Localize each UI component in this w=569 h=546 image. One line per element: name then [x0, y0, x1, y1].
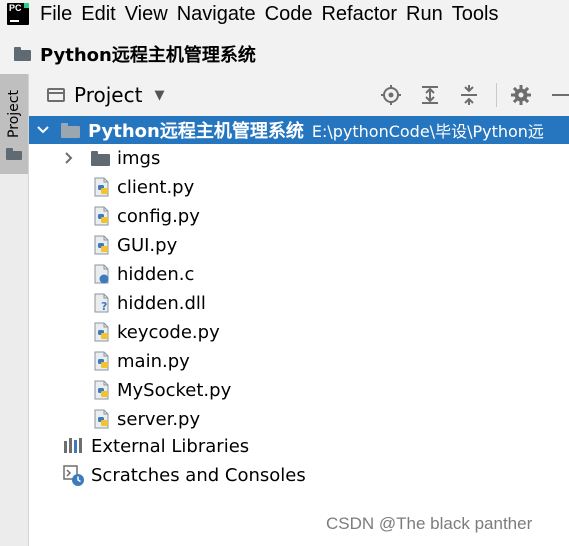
menu-code[interactable]: Code: [265, 0, 313, 28]
tree-file-label: GUI.py: [117, 234, 178, 256]
left-tool-strip: Project: [0, 74, 29, 546]
tree-folder-label: imgs: [117, 147, 161, 169]
tree-scratches-label: Scratches and Consoles: [91, 464, 306, 486]
toolbar-separator: [496, 83, 497, 107]
tree-file-row[interactable]: client.py: [29, 173, 569, 201]
locate-icon[interactable]: [379, 83, 403, 107]
menu-refactor[interactable]: Refactor: [321, 0, 397, 28]
menu-view[interactable]: View: [125, 0, 168, 28]
tree-scratches-row[interactable]: Scratches and Consoles: [29, 461, 569, 489]
scratches-icon: [63, 465, 85, 486]
tree-file-row[interactable]: hidden.c: [29, 260, 569, 288]
project-view-icon: [47, 88, 65, 102]
c-file-icon: [93, 264, 111, 284]
watermark: CSDN @The black panther: [326, 514, 533, 533]
project-tool-tab-label: Project: [6, 90, 22, 138]
tree-file-row[interactable]: main.py: [29, 347, 569, 375]
unknown-file-icon: ?: [93, 293, 111, 313]
chevron-down-icon[interactable]: ▼: [154, 88, 164, 103]
menu-run[interactable]: Run: [406, 0, 443, 28]
python-file-icon: [93, 206, 111, 226]
tree-root-row[interactable]: Python远程主机管理系统 E:\pythonCode\毕设\Python远: [29, 116, 569, 144]
folder-icon: [6, 148, 22, 160]
folder-icon: [61, 122, 80, 138]
expand-all-icon[interactable]: [418, 83, 442, 107]
minimize-icon[interactable]: [548, 83, 569, 107]
folder-icon: [91, 150, 110, 166]
tree-file-row[interactable]: config.py: [29, 202, 569, 230]
pycharm-logo-icon: PC: [7, 3, 29, 25]
gear-icon[interactable]: [509, 83, 533, 107]
tree-file-label: hidden.c: [117, 263, 195, 285]
tree-file-label: hidden.dll: [117, 292, 206, 314]
chevron-right-icon[interactable]: [61, 150, 77, 166]
python-file-icon: [93, 177, 111, 197]
collapse-all-icon[interactable]: [457, 83, 481, 107]
python-file-icon: [93, 380, 111, 400]
project-tool-tab[interactable]: Project: [0, 74, 28, 174]
project-panel-header: Project ▼: [29, 74, 569, 116]
navigation-bar: Python远程主机管理系统: [0, 36, 569, 72]
tree-file-label: client.py: [117, 176, 195, 198]
tree-file-row[interactable]: ? hidden.dll: [29, 289, 569, 317]
tree-external-libraries-label: External Libraries: [91, 435, 250, 457]
tree-file-row[interactable]: GUI.py: [29, 231, 569, 259]
tree-file-label: config.py: [117, 205, 200, 227]
tree-file-row[interactable]: keycode.py: [29, 318, 569, 346]
tree-file-row[interactable]: MySocket.py: [29, 376, 569, 404]
panel-toolbar: [379, 74, 569, 116]
tree-folder-row[interactable]: imgs: [29, 144, 569, 172]
menu-navigate[interactable]: Navigate: [177, 0, 256, 28]
tree-file-label: main.py: [117, 350, 190, 372]
python-file-icon: [93, 322, 111, 342]
library-icon: [63, 436, 85, 456]
tree-file-label: keycode.py: [117, 321, 220, 343]
project-view-selector[interactable]: Project: [74, 83, 142, 107]
tree-root-name: Python远程主机管理系统: [88, 121, 304, 142]
tree-root-path: E:\pythonCode\毕设\Python远: [311, 122, 544, 141]
chevron-down-icon[interactable]: [35, 122, 51, 138]
project-panel: Project ▼ Python远程主机管理系统 E:\pythonCode\毕…: [29, 74, 569, 546]
menu-edit[interactable]: Edit: [81, 0, 115, 28]
breadcrumb-project[interactable]: Python远程主机管理系统: [40, 41, 256, 67]
folder-icon: [14, 47, 31, 61]
tree-file-label: server.py: [117, 408, 201, 430]
tree-file-row[interactable]: server.py: [29, 405, 569, 433]
python-file-icon: [93, 409, 111, 429]
python-file-icon: [93, 235, 111, 255]
menu-tools[interactable]: Tools: [452, 0, 499, 28]
tree-external-libraries-row[interactable]: External Libraries: [29, 432, 569, 460]
python-file-icon: [93, 351, 111, 371]
svg-text:?: ?: [101, 300, 107, 313]
tree-file-label: MySocket.py: [117, 379, 232, 401]
menu-bar: PC File Edit View Navigate Code Refactor…: [0, 0, 569, 28]
menu-file[interactable]: File: [40, 0, 72, 28]
